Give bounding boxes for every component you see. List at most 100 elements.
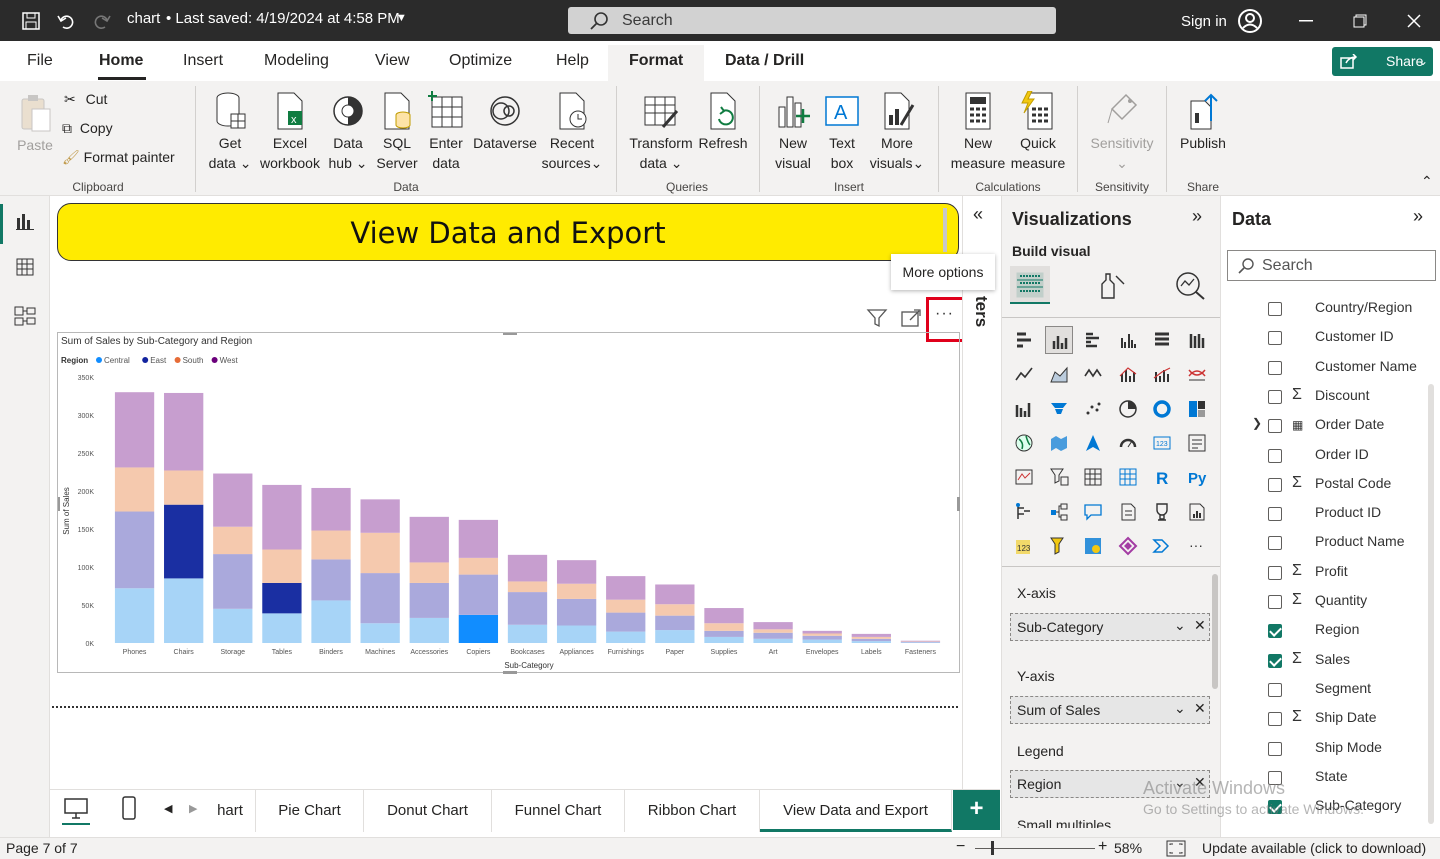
bar-segment-east[interactable] <box>704 630 744 637</box>
tab-home[interactable]: Home <box>99 52 143 70</box>
field-item[interactable]: Customer Name <box>1221 355 1431 381</box>
bar-segment-east[interactable] <box>213 554 253 609</box>
bar-segment-central[interactable] <box>114 588 155 643</box>
bar-segment-west[interactable] <box>704 608 744 624</box>
bar-segment-west[interactable] <box>114 392 155 468</box>
field-checkbox[interactable] <box>1268 477 1282 492</box>
field-item[interactable]: Product Name <box>1221 530 1431 556</box>
bar-segment-south[interactable] <box>114 467 155 512</box>
visual-type-icon[interactable] <box>1183 498 1211 526</box>
visual-type-icon[interactable] <box>1183 326 1211 354</box>
visual-type-icon[interactable] <box>1045 429 1073 457</box>
visual-type-icon[interactable] <box>1114 498 1142 526</box>
copy-button[interactable]: ⧉ Copy <box>62 120 113 137</box>
bar-segment-south[interactable] <box>409 562 449 583</box>
bar-segment-west[interactable] <box>851 633 891 637</box>
visual-type-icon[interactable] <box>1045 498 1073 526</box>
filter-icon[interactable] <box>866 308 888 328</box>
paste-button[interactable]: Paste <box>14 93 56 155</box>
bar-segment-west[interactable] <box>507 554 548 582</box>
bar-segment-central[interactable] <box>213 608 253 643</box>
update-available-link[interactable]: Update available (click to download) <box>1202 840 1426 856</box>
field-checkbox[interactable] <box>1268 360 1282 375</box>
field-checkbox[interactable] <box>1268 448 1282 463</box>
page-tab[interactable]: Pie Chart <box>256 790 364 832</box>
bar-segment-south[interactable] <box>802 633 842 636</box>
scroll-handle[interactable] <box>943 208 947 252</box>
bar-segment-central[interactable] <box>900 642 941 643</box>
y-axis-well[interactable]: Sum of Sales ⌄ ✕ <box>1010 696 1210 724</box>
minimize-icon[interactable] <box>1299 20 1313 22</box>
tab-view[interactable]: View <box>375 52 409 70</box>
visual-type-icon[interactable] <box>1079 498 1107 526</box>
visual-type-icon[interactable] <box>1114 395 1142 423</box>
scrollbar[interactable] <box>1212 574 1218 689</box>
x-axis-well[interactable]: Sub-Category ⌄ ✕ <box>1010 613 1210 641</box>
expand-left-icon[interactable]: « <box>973 204 983 225</box>
visual-type-icon[interactable]: R <box>1148 463 1176 491</box>
sql-server-button[interactable]: SQL Server <box>376 91 418 173</box>
visual-type-icon[interactable] <box>1045 360 1073 388</box>
save-icon[interactable] <box>22 12 40 30</box>
field-item[interactable]: ❯ ▦ Order Date <box>1221 413 1431 439</box>
redo-icon[interactable] <box>93 12 111 30</box>
visual-type-icon[interactable] <box>1079 360 1107 388</box>
zoom-out-icon[interactable]: − <box>956 838 965 856</box>
field-checkbox[interactable] <box>1268 653 1282 668</box>
bar-segment-south[interactable] <box>606 599 646 613</box>
bar-segment-south[interactable] <box>213 526 253 555</box>
bar-segment-east[interactable] <box>655 615 695 631</box>
bar-segment-central[interactable] <box>556 625 597 643</box>
collapse-ribbon-icon[interactable]: ⌃ <box>1421 173 1433 190</box>
bar-segment-south[interactable] <box>164 470 204 505</box>
field-checkbox[interactable] <box>1268 536 1282 551</box>
collapse-right-icon[interactable]: » <box>1413 206 1423 227</box>
scroll-left-icon[interactable]: ◀ <box>164 802 172 815</box>
visual-type-icon[interactable] <box>1079 429 1107 457</box>
text-box-button[interactable]: A Text box <box>820 91 864 173</box>
cut-button[interactable]: ✂ Cut <box>64 91 107 108</box>
field-checkbox[interactable] <box>1268 682 1282 697</box>
publish-button[interactable]: Publish <box>1176 91 1230 153</box>
bar-segment-south[interactable] <box>507 581 548 593</box>
visual-type-icon[interactable] <box>1044 326 1073 354</box>
excel-workbook-button[interactable]: x Excel workbook <box>256 91 324 173</box>
quick-measure-button[interactable]: Quick measure <box>1008 91 1068 173</box>
bar-segment-east[interactable] <box>900 641 941 643</box>
new-visual-button[interactable]: New visual <box>770 91 816 173</box>
page-tab[interactable]: Funnel Chart <box>492 790 625 832</box>
collapse-right-icon[interactable]: » <box>1192 206 1202 227</box>
bar-segment-central[interactable] <box>311 600 351 643</box>
chevron-down-icon[interactable]: ▼ <box>396 12 407 24</box>
bar-segment-west[interactable] <box>802 630 842 634</box>
bar-segment-east[interactable] <box>802 635 842 640</box>
field-item[interactable]: Country/Region <box>1221 296 1431 322</box>
bar-segment-south[interactable] <box>851 636 891 639</box>
bar-segment-west[interactable] <box>164 392 204 471</box>
field-item[interactable]: Σ Profit <box>1221 560 1431 586</box>
share-button[interactable]: Share ⌄ <box>1332 47 1433 76</box>
field-item[interactable]: Customer ID <box>1221 325 1431 351</box>
field-item[interactable]: Region <box>1221 618 1431 644</box>
visual-type-icon[interactable] <box>1183 395 1211 423</box>
field-item[interactable]: Σ Quantity <box>1221 589 1431 615</box>
page-tab[interactable]: Ribbon Chart <box>625 790 760 832</box>
filters-pane-collapsed[interactable]: « ters <box>962 196 1001 837</box>
visual-type-icon[interactable] <box>1045 463 1073 491</box>
visual-type-icon[interactable]: 123 <box>1148 429 1176 457</box>
visual-type-icon[interactable] <box>1148 498 1176 526</box>
visual-type-icon[interactable] <box>1114 463 1142 491</box>
field-item[interactable]: Ship Mode <box>1221 736 1431 762</box>
bar-segment-central[interactable] <box>704 636 744 643</box>
enter-data-button[interactable]: Enter data <box>424 91 468 173</box>
bar-segment-east[interactable] <box>507 592 548 625</box>
visual-type-icon[interactable] <box>1148 395 1176 423</box>
analytics-icon[interactable] <box>1174 270 1206 300</box>
model-view-icon[interactable] <box>14 306 36 326</box>
field-item[interactable]: Segment <box>1221 677 1431 703</box>
field-item[interactable]: Σ Postal Code <box>1221 472 1431 498</box>
bar-segment-east[interactable] <box>753 632 793 639</box>
page-tab[interactable]: Donut Chart <box>364 790 492 832</box>
tab-file[interactable]: File <box>27 52 53 70</box>
search-input[interactable]: Search <box>568 7 1056 34</box>
